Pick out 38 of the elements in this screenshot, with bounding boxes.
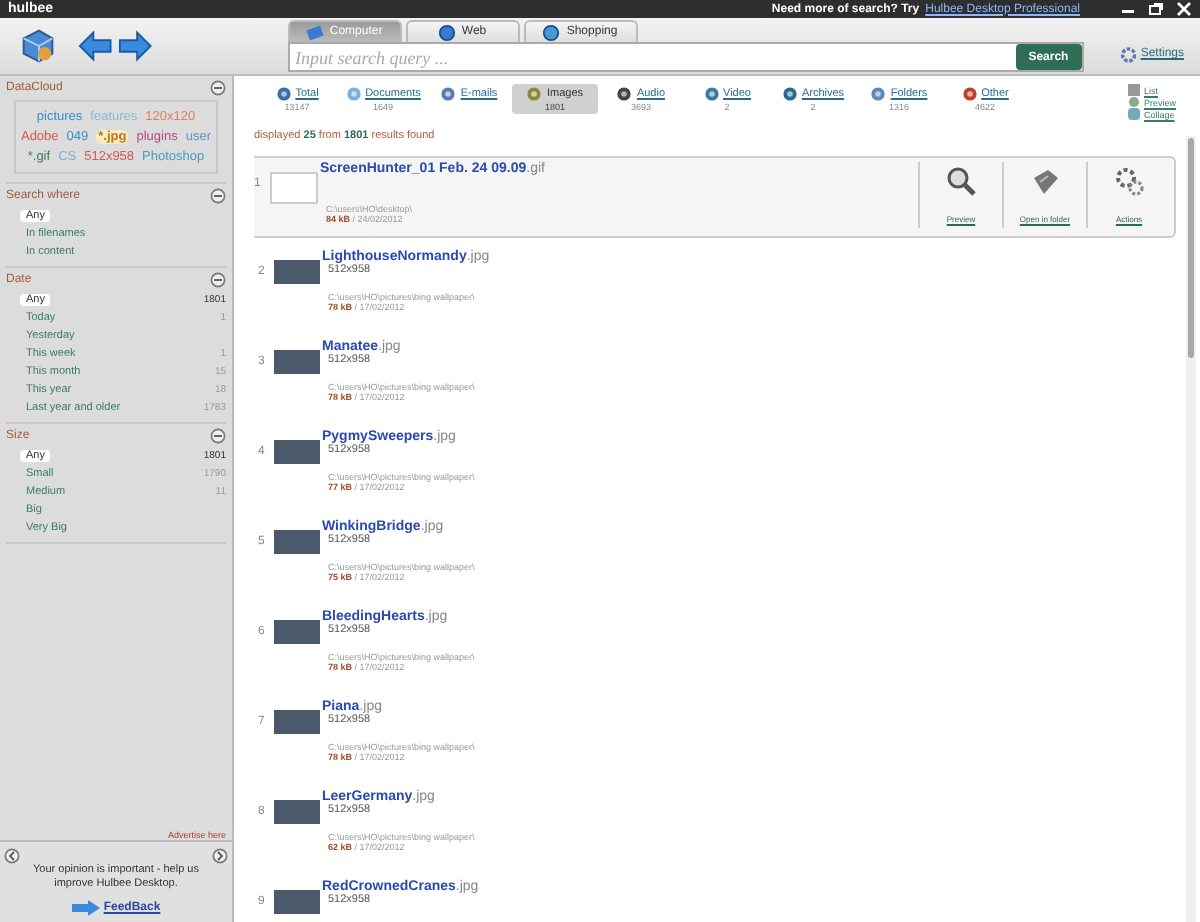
photo-placeholder [274, 890, 320, 914]
category-icon [526, 86, 543, 102]
globe-icon [542, 23, 561, 41]
next-icon[interactable] [212, 847, 228, 864]
close-icon[interactable] [1176, 2, 1192, 16]
photo-placeholder [274, 260, 320, 284]
category-icon [440, 86, 457, 102]
globe-icon [437, 23, 456, 41]
previous-icon[interactable] [4, 847, 20, 864]
photo-placeholder [274, 710, 320, 734]
photo-placeholder [270, 172, 318, 204]
gears-icon [1111, 166, 1147, 198]
settings-icon [1119, 45, 1137, 63]
restore-icon[interactable] [1148, 2, 1164, 16]
category-icon [781, 86, 798, 102]
collapse-icon[interactable] [210, 187, 226, 203]
dot-icon [1127, 96, 1140, 108]
photo-placeholder [274, 440, 320, 464]
photo-placeholder [274, 530, 320, 554]
photo-placeholder [274, 620, 320, 644]
arrow-icon [71, 900, 100, 916]
forward-icon[interactable] [118, 30, 154, 62]
category-icon [275, 86, 292, 102]
collapse-icon[interactable] [210, 79, 226, 95]
scrollbar[interactable] [1186, 136, 1196, 922]
category-icon [345, 86, 362, 102]
category-icon [870, 86, 887, 102]
photo-placeholder [274, 800, 320, 824]
category-icon [703, 86, 720, 102]
photo-placeholder [274, 350, 320, 374]
back-icon[interactable] [78, 30, 113, 62]
magnifier-icon [943, 166, 979, 198]
collapse-icon[interactable] [210, 271, 226, 287]
category-icon [961, 86, 978, 102]
collapse-icon[interactable] [210, 427, 226, 443]
category-icon [616, 86, 633, 102]
square-icon [1127, 108, 1140, 120]
square-icon [1127, 84, 1140, 96]
